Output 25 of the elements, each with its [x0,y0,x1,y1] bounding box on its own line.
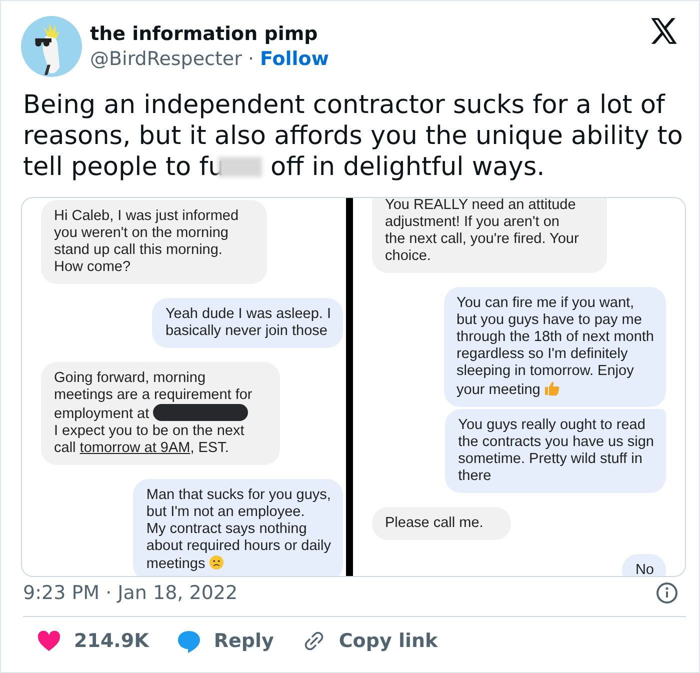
action-label[interactable]: Reply [214,630,274,652]
action-label[interactable]: Copy link [338,630,438,652]
thumbs-up-icon [544,380,560,396]
like-count[interactable]: 214.9K [74,630,149,652]
message-text: Man that sucks for you guys, but I'm not an employee. My contract says nothing about required hours or daily meetings [146,487,331,573]
author-handle[interactable]: @BirdRespecter [90,48,242,70]
message-text: You guys really ought to read the contracts you have us sign sometime. Pretty wild stuff in there [458,417,654,485]
heart-icon[interactable] [37,630,61,652]
info-icon[interactable] [656,582,678,604]
message-text: Hi Caleb, I was just informed you weren't on the morning stand up call this morning. How come? [54,208,239,276]
timestamp[interactable]: 9:23 PM · Jan 18, 2022 [23,582,238,604]
message-text: Please call me. [385,515,484,532]
speech-bubble-icon[interactable] [176,630,201,652]
message-text: You REALLY need an attitude adjustment! If you aren't on the next call, you're fired. Your choice. [385,198,579,265]
message-text: Yeah dude I was asleep. I basically never join those [165,306,331,340]
message-text: You can fire me if you want, but you guys have to pay me through the 18th of next month regardless so I'm definitely sleeping in tomorrow. Enjoy your meeting [456,295,654,399]
follow-link[interactable]: Follow [260,48,329,70]
author-name[interactable]: the information pimp [90,23,642,45]
message-text: No [635,562,654,576]
separator: · [248,48,254,70]
x-logo-icon[interactable] [650,18,678,44]
tweet-text: Being an independent contractor sucks for a lot of reasons, but it also affords you the unique ability to tell people to fu off in delightful ways. [23,90,684,183]
avatar[interactable] [21,16,82,77]
sad-face-icon [209,555,224,570]
message-text: Going forward, morning meetings are a requirement for employment at I expect you to be on the next call tomorrow at 9AM, EST. [54,370,252,457]
